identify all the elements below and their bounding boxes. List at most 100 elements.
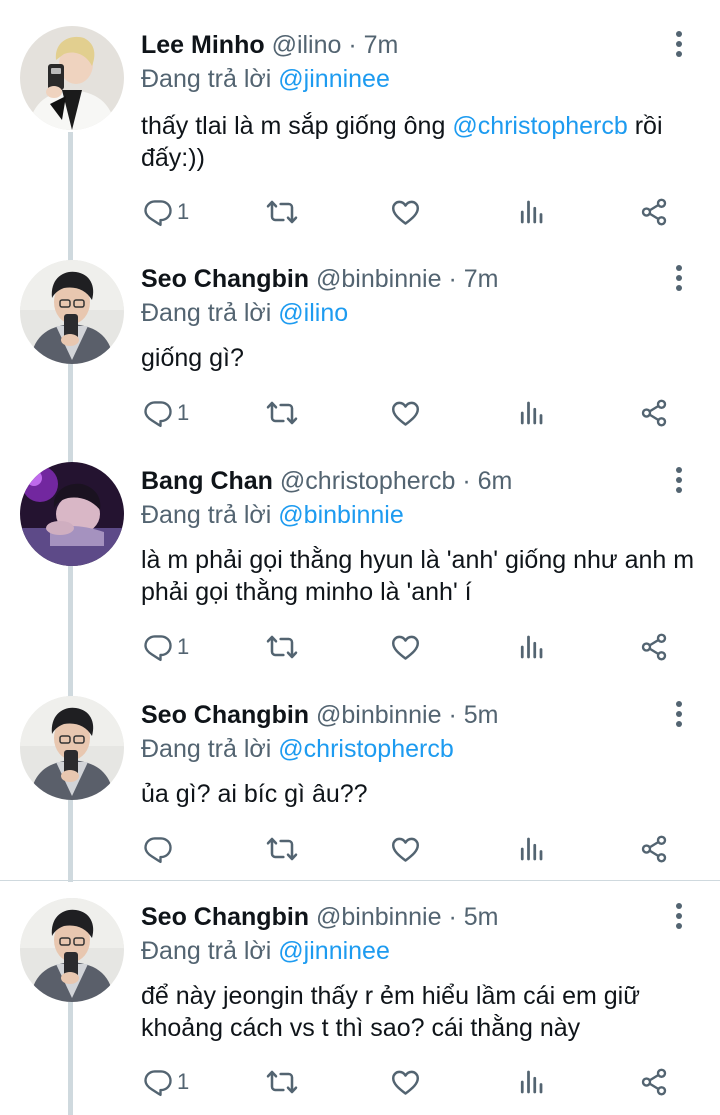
replying-label: Đang trả lời — [141, 65, 272, 93]
tweet-header: Lee Minho @ilino · 7m — [141, 27, 660, 63]
separator: · — [448, 701, 457, 729]
stats-button[interactable] — [516, 829, 546, 869]
like-icon — [390, 632, 421, 663]
like-icon — [390, 197, 421, 228]
share-button[interactable] — [639, 393, 669, 433]
tweet[interactable]: Seo Changbin @binbinnie · 5m Đang trả lờ… — [0, 696, 720, 876]
share-icon — [639, 1067, 669, 1097]
stats-button[interactable] — [516, 627, 546, 667]
tweet-text: ủa gì? ai bíc gì âu?? — [141, 780, 368, 808]
tweet-header: Seo Changbin @binbinnie · 5m — [141, 697, 660, 733]
replying-label: Đang trả lời — [141, 735, 272, 763]
retweet-button[interactable] — [266, 393, 298, 433]
retweet-button[interactable] — [266, 1062, 298, 1102]
reply-count: 1 — [177, 199, 190, 224]
retweet-button[interactable] — [266, 829, 298, 869]
avatar[interactable] — [20, 898, 124, 1002]
stats-button[interactable] — [516, 393, 546, 433]
display-name[interactable]: Seo Changbin — [141, 701, 309, 729]
tweet-text: là m phải gọi thằng hyun là 'anh' giống … — [141, 546, 695, 606]
tweet-mention[interactable]: @christophercb — [452, 112, 627, 140]
timestamp[interactable]: 7m — [364, 31, 399, 59]
reply-count: 1 — [177, 400, 190, 425]
tweet-actions: 1 — [0, 627, 720, 667]
tweet-text: để này jeongin thấy r ẻm hiểu lầm cái em… — [141, 982, 640, 1042]
like-button[interactable] — [390, 1062, 421, 1102]
replying-mention[interactable]: @jinninee — [278, 937, 390, 965]
user-handle[interactable]: @binbinnie — [316, 903, 441, 931]
separator: · — [462, 467, 471, 495]
share-button[interactable] — [639, 192, 669, 232]
replying-mention[interactable]: @ilino — [278, 299, 348, 327]
more-options-icon[interactable] — [674, 903, 684, 933]
user-handle[interactable]: @christophercb — [280, 467, 455, 495]
separator: · — [348, 31, 357, 59]
divider — [0, 880, 720, 881]
separator: · — [448, 903, 457, 931]
share-button[interactable] — [639, 1062, 669, 1102]
display-name[interactable]: Lee Minho — [141, 31, 265, 59]
reply-button[interactable]: 1 — [143, 627, 189, 667]
avatar[interactable] — [20, 462, 124, 566]
replying-mention[interactable]: @binbinnie — [278, 501, 403, 529]
tweet[interactable]: Seo Changbin @binbinnie · 5m Đang trả lờ… — [0, 898, 720, 1115]
stats-button[interactable] — [516, 192, 546, 232]
user-handle[interactable]: @binbinnie — [316, 265, 441, 293]
reply-icon — [143, 1067, 173, 1097]
display-name[interactable]: Bang Chan — [141, 467, 273, 495]
reply-button[interactable]: 1 — [143, 1062, 189, 1102]
stats-icon — [516, 834, 546, 864]
timestamp[interactable]: 5m — [464, 701, 499, 729]
avatar[interactable] — [20, 696, 124, 800]
like-button[interactable] — [390, 627, 421, 667]
display-name[interactable]: Seo Changbin — [141, 265, 309, 293]
profile-photo-icon — [20, 696, 124, 800]
tweet[interactable]: Bang Chan @christophercb · 6m Đang trả l… — [0, 462, 720, 672]
timestamp[interactable]: 5m — [464, 903, 499, 931]
replying-label: Đang trả lời — [141, 937, 272, 965]
share-button[interactable] — [639, 627, 669, 667]
tweet-actions: 1 — [0, 192, 720, 232]
replying-to: Đang trả lời @jinninee — [141, 62, 390, 96]
reply-button[interactable]: 1 — [143, 393, 189, 433]
avatar[interactable] — [20, 26, 124, 130]
retweet-icon — [266, 196, 298, 228]
replying-label: Đang trả lời — [141, 299, 272, 327]
retweet-button[interactable] — [266, 192, 298, 232]
reply-button[interactable] — [143, 829, 177, 869]
profile-photo-icon — [20, 898, 124, 1002]
tweet-header: Bang Chan @christophercb · 6m — [141, 463, 660, 499]
replying-to: Đang trả lời @jinninee — [141, 934, 390, 968]
like-button[interactable] — [390, 829, 421, 869]
tweet[interactable]: Seo Changbin @binbinnie · 7m Đang trả lờ… — [0, 260, 720, 440]
more-options-icon[interactable] — [674, 701, 684, 731]
tweet[interactable]: Lee Minho @ilino · 7m Đang trả lời @jinn… — [0, 26, 720, 236]
like-button[interactable] — [390, 192, 421, 232]
profile-photo-icon — [20, 260, 124, 364]
reply-icon — [143, 834, 173, 864]
profile-photo-icon — [20, 462, 124, 566]
retweet-icon — [266, 631, 298, 663]
stats-button[interactable] — [516, 1062, 546, 1102]
timestamp[interactable]: 6m — [478, 467, 513, 495]
separator: · — [448, 265, 457, 293]
reply-icon — [143, 398, 173, 428]
share-button[interactable] — [639, 829, 669, 869]
display-name[interactable]: Seo Changbin — [141, 903, 309, 931]
timestamp[interactable]: 7m — [464, 265, 499, 293]
avatar[interactable] — [20, 260, 124, 364]
replying-mention[interactable]: @christophercb — [278, 735, 453, 763]
user-handle[interactable]: @ilino — [272, 31, 342, 59]
tweet-text: giống gì? — [141, 344, 244, 372]
replying-mention[interactable]: @jinninee — [278, 65, 390, 93]
user-handle[interactable]: @binbinnie — [316, 701, 441, 729]
more-options-icon[interactable] — [674, 467, 684, 497]
share-icon — [639, 834, 669, 864]
tweet-text: thấy tlai là m sắp giống ông @christophe… — [141, 110, 701, 174]
retweet-button[interactable] — [266, 627, 298, 667]
more-options-icon[interactable] — [674, 265, 684, 295]
more-options-icon[interactable] — [674, 31, 684, 61]
retweet-icon — [266, 397, 298, 429]
like-button[interactable] — [390, 393, 421, 433]
reply-button[interactable]: 1 — [143, 192, 189, 232]
